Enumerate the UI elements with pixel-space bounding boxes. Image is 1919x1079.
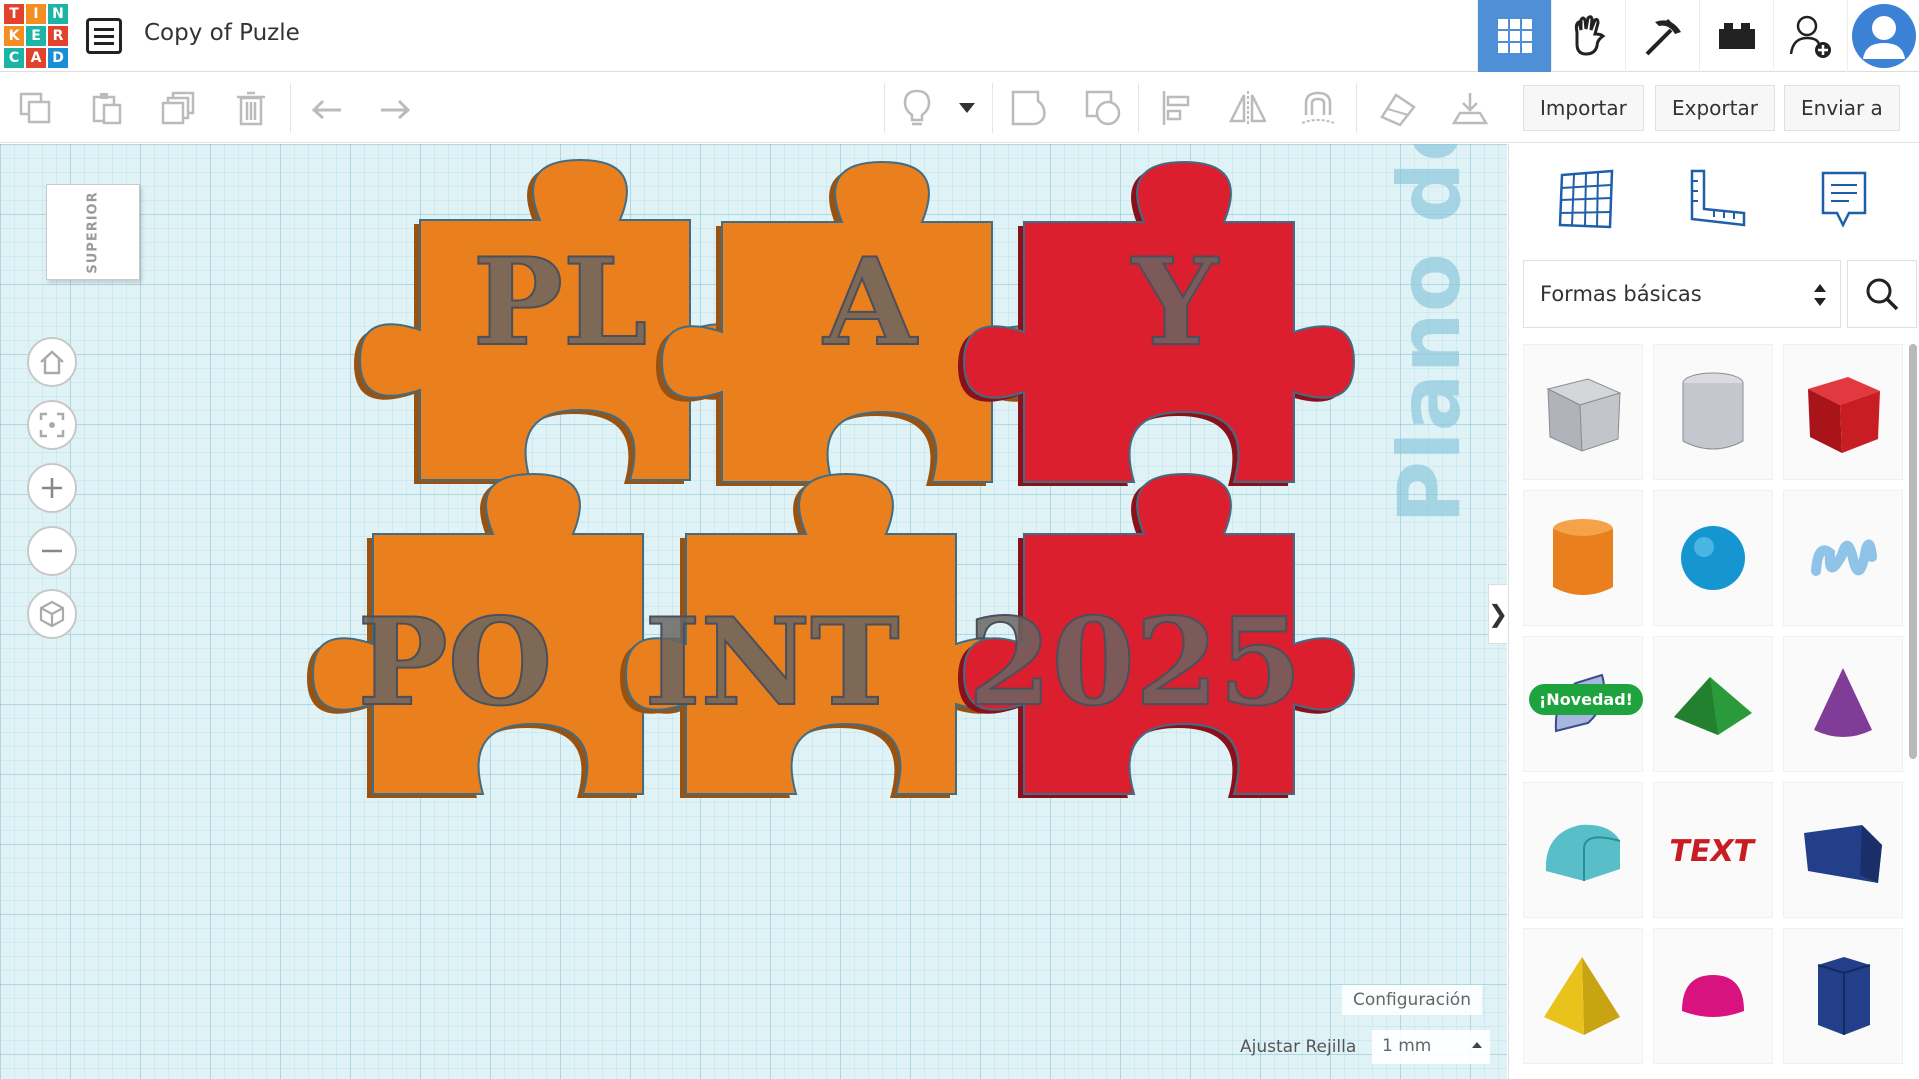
grid-icon[interactable] (1477, 0, 1551, 72)
hand-icon[interactable] (1551, 0, 1625, 72)
half-sphere-shape[interactable] (1653, 928, 1773, 1064)
snap-grid-value: 1 mm (1382, 1036, 1432, 1056)
logo-tile: A (25, 47, 47, 69)
roof-shape[interactable] (1653, 636, 1773, 772)
snap-grid-select[interactable]: 1 mm (1372, 1030, 1490, 1064)
export-button[interactable]: Exportar (1655, 85, 1775, 131)
snap-grid-label: Ajustar Rejilla (1240, 1037, 1357, 1057)
pyramid-shape[interactable] (1523, 928, 1643, 1064)
new-badge: ¡Novedad! (1529, 684, 1643, 715)
lightbulb-icon[interactable] (898, 89, 936, 127)
pickaxe-icon[interactable] (1625, 0, 1699, 72)
drop-icon[interactable] (1450, 89, 1488, 127)
settings-button[interactable]: Configuración (1342, 985, 1482, 1015)
panel-scrollbar[interactable] (1909, 344, 1917, 759)
cruise-icon[interactable] (1378, 89, 1416, 127)
cylinder-hole-shape[interactable] (1653, 344, 1773, 480)
polygon-shape[interactable] (1783, 928, 1903, 1064)
mirror-icon[interactable] (1228, 89, 1266, 127)
logo-tile: E (25, 25, 47, 47)
group-icon[interactable] (1010, 89, 1048, 127)
design-list-icon[interactable] (86, 18, 122, 54)
import-button[interactable]: Importar (1523, 85, 1644, 131)
logo-tile: K (3, 25, 25, 47)
logo-tile: C (3, 47, 25, 69)
undo-icon[interactable] (308, 89, 346, 127)
magnet-icon[interactable] (1298, 89, 1336, 127)
piece-text: A (822, 232, 918, 373)
tinkercad-logo[interactable]: TINKERCAD (3, 3, 69, 69)
brick-icon[interactable] (1699, 0, 1773, 72)
notes-icon[interactable] (1809, 164, 1879, 234)
sort-arrows-icon (1814, 284, 1826, 306)
shape-category-value: Formas básicas (1540, 282, 1702, 306)
ruler-icon[interactable] (1681, 164, 1751, 234)
design-title[interactable]: Copy of Puzle (144, 20, 300, 46)
send-to-button[interactable]: Enviar a (1784, 85, 1900, 131)
sphere-shape[interactable] (1653, 490, 1773, 626)
duplicate-icon[interactable] (160, 89, 198, 127)
workplane-icon[interactable] (1551, 164, 1621, 234)
logo-tile: I (25, 3, 47, 25)
svg-text:TEXT: TEXT (1670, 834, 1756, 869)
piece-text: 2025 (968, 592, 1302, 733)
edit-toolbar: Importar Exportar Enviar a (0, 73, 1919, 143)
logo-tile: N (47, 3, 69, 25)
box-shape[interactable] (1783, 344, 1903, 480)
shapes-panel: Formas básicas TEXT ¡Novedad! (1508, 144, 1919, 1079)
paste-icon[interactable] (88, 89, 126, 127)
search-icon[interactable] (1847, 260, 1917, 328)
add-user-icon[interactable] (1773, 0, 1847, 72)
dropdown-icon[interactable] (952, 89, 982, 127)
piece-text: PO (358, 592, 553, 733)
scribble-shape[interactable] (1783, 490, 1903, 626)
puzzle-piece[interactable]: PL (354, 159, 751, 484)
puzzle-piece[interactable]: Y (958, 161, 1355, 486)
workplane-canvas[interactable]: Plano de trabajo SUPERIOR PL A (0, 144, 1507, 1079)
cylinder-shape[interactable] (1523, 490, 1643, 626)
align-icon[interactable] (1158, 89, 1196, 127)
puzzle-piece[interactable]: 2025 (958, 473, 1355, 798)
box-hole-shape[interactable] (1523, 344, 1643, 480)
wedge-shape[interactable] (1783, 782, 1903, 918)
round-roof-shape[interactable] (1523, 782, 1643, 918)
logo-tile: D (47, 47, 69, 69)
delete-icon[interactable] (232, 89, 270, 127)
text-shape[interactable]: TEXT (1653, 782, 1773, 918)
logo-tile: T (3, 3, 25, 25)
tinkercad-editor: TINKERCAD Copy of Puzle Importar Exporta… (0, 0, 1919, 1079)
caret-up-icon (1472, 1042, 1482, 1048)
logo-tile: R (47, 25, 69, 47)
top-bar: TINKERCAD Copy of Puzle (0, 0, 1919, 72)
redo-icon[interactable] (376, 89, 414, 127)
piece-text: INT (644, 592, 899, 733)
cone-shape[interactable] (1783, 636, 1903, 772)
design-objects: PL A Y PO INT 2025 (307, 159, 1355, 798)
shape-category-select[interactable]: Formas básicas (1523, 260, 1841, 328)
ungroup-icon[interactable] (1084, 89, 1122, 127)
collapse-panel-icon[interactable]: ❯ (1488, 584, 1507, 644)
copy-icon[interactable] (16, 89, 54, 127)
puzzle-piece[interactable]: INT (620, 473, 1017, 798)
piece-text: Y (1130, 232, 1219, 373)
piece-text: PL (473, 232, 648, 373)
avatar-icon[interactable] (1847, 0, 1919, 72)
